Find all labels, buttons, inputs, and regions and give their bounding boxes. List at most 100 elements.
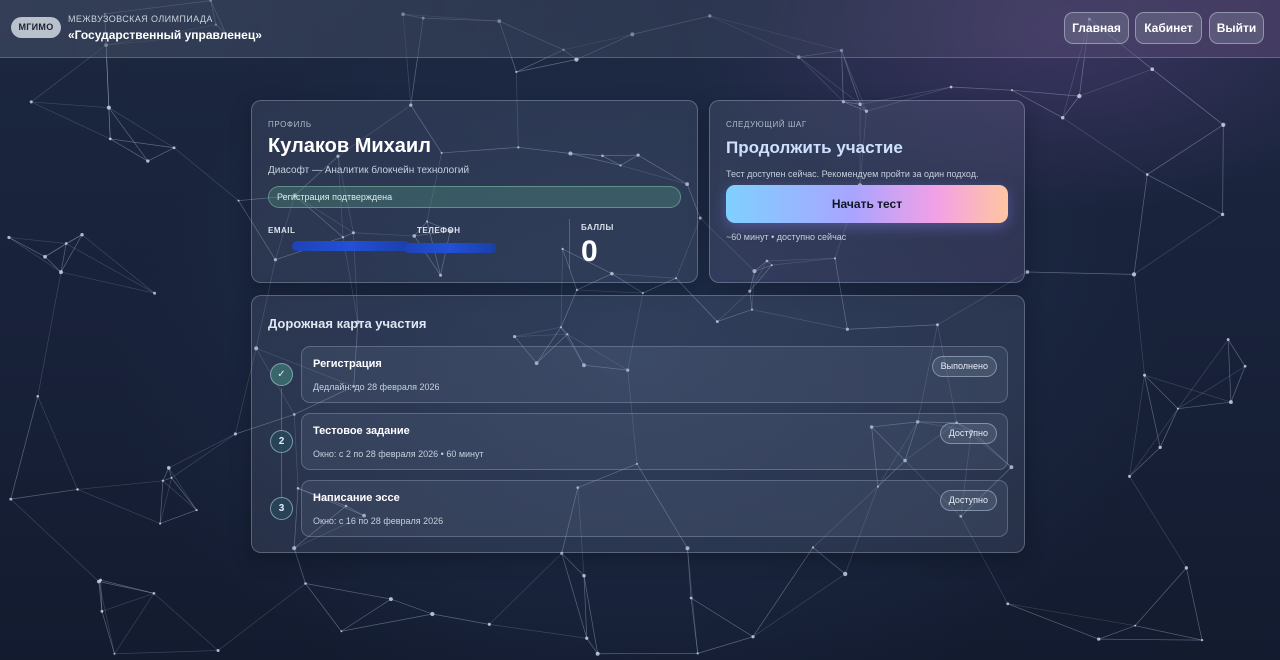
network-node xyxy=(1145,173,1149,176)
network-line xyxy=(1129,476,1187,569)
network-node xyxy=(1142,373,1147,377)
network-line xyxy=(390,598,433,615)
network-line xyxy=(1027,271,1135,275)
network-node xyxy=(430,611,435,617)
network-line xyxy=(841,50,844,102)
network-line xyxy=(687,548,699,654)
network-node xyxy=(172,146,176,150)
network-node xyxy=(195,508,198,512)
network-line xyxy=(110,138,148,162)
network-line xyxy=(752,547,814,637)
network-line xyxy=(583,575,588,639)
network-node xyxy=(1077,93,1082,99)
network-line xyxy=(159,480,164,524)
network-line xyxy=(1152,68,1224,126)
network-node xyxy=(159,522,162,525)
network-line xyxy=(66,234,83,244)
cabinet-button[interactable]: Кабинет xyxy=(1135,12,1202,44)
phone-label: ТЕЛЕФОН xyxy=(417,226,461,235)
profile-role: Диасофт — Аналитик блокчейн технологий xyxy=(268,165,470,176)
network-node xyxy=(161,479,164,482)
network-node xyxy=(59,270,63,275)
step-number-marker: 2 xyxy=(270,430,293,453)
profile-section-label: ПРОФИЛЬ xyxy=(268,120,312,129)
network-line xyxy=(1129,447,1161,477)
network-line xyxy=(1062,95,1080,118)
network-line xyxy=(687,548,692,599)
network-line xyxy=(1135,625,1203,641)
profile-name: Кулаков Михаил xyxy=(268,135,431,157)
network-node xyxy=(1097,637,1101,641)
network-line xyxy=(1227,339,1232,403)
top-header: МГИМО МЕЖВУЗОВСКАЯ ОЛИМПИАДА «Государств… xyxy=(0,0,1280,58)
network-line xyxy=(1135,625,1203,641)
network-line xyxy=(98,581,115,654)
network-node xyxy=(487,622,491,626)
roadmap-step-essay[interactable]: Написание эссе Окно: с 16 по 28 февраля … xyxy=(301,480,1008,537)
network-node xyxy=(96,579,101,584)
network-node xyxy=(585,636,589,640)
network-line xyxy=(44,234,83,258)
network-line xyxy=(100,580,103,612)
network-line xyxy=(1133,274,1145,376)
network-line xyxy=(110,138,175,149)
olympiad-title: «Государственный управленец» xyxy=(68,28,262,42)
network-line xyxy=(1230,366,1246,403)
network-node xyxy=(698,216,702,220)
network-node xyxy=(304,582,307,585)
network-line xyxy=(1098,625,1136,640)
network-line xyxy=(110,138,148,162)
network-line xyxy=(798,56,861,105)
roadmap-card: Дорожная карта участия ✓ Регистрация Дед… xyxy=(251,295,1025,553)
olympiad-subtitle: МЕЖВУЗОВСКАЯ ОЛИМПИАДА xyxy=(68,14,213,24)
network-line xyxy=(1159,408,1179,448)
network-line xyxy=(1134,567,1187,626)
home-button[interactable]: Главная xyxy=(1064,12,1129,44)
network-node xyxy=(166,466,171,470)
start-test-button[interactable]: Начать тест xyxy=(726,185,1008,223)
network-line xyxy=(305,583,391,600)
network-line xyxy=(162,480,197,511)
network-line xyxy=(77,489,161,524)
phone-value-redacted xyxy=(404,243,496,253)
network-node xyxy=(170,476,173,479)
network-node xyxy=(80,233,84,237)
network-line xyxy=(10,396,39,500)
network-line xyxy=(1007,603,1099,640)
network-line xyxy=(98,581,103,612)
network-line xyxy=(687,548,692,599)
network-node xyxy=(99,578,103,582)
roadmap-step-registration[interactable]: Регистрация Дедлайн: до 28 февраля 2026 … xyxy=(301,346,1008,403)
network-line xyxy=(690,597,699,654)
network-line xyxy=(159,480,164,524)
network-line xyxy=(1144,375,1161,448)
network-line xyxy=(114,593,155,654)
network-line xyxy=(31,101,111,140)
network-node xyxy=(1134,624,1137,627)
network-node xyxy=(1243,364,1247,368)
network-node xyxy=(843,571,848,577)
network-node xyxy=(9,497,13,501)
mgimo-logo[interactable]: МГИМО xyxy=(11,17,61,38)
roadmap-step-test[interactable]: Тестовое задание Окно: с 2 по 28 февраля… xyxy=(301,413,1008,470)
network-line xyxy=(168,433,236,469)
network-line xyxy=(173,147,239,201)
network-node xyxy=(388,597,393,602)
network-node xyxy=(1006,602,1010,606)
step-meta: Окно: с 16 по 28 февраля 2026 xyxy=(313,516,444,526)
network-line xyxy=(1129,408,1179,477)
network-line xyxy=(1129,375,1145,477)
network-line xyxy=(162,477,172,482)
network-line xyxy=(100,579,155,594)
network-line xyxy=(98,581,155,594)
network-line xyxy=(341,598,392,632)
network-node xyxy=(233,432,237,436)
network-line xyxy=(1177,401,1231,410)
network-node xyxy=(152,592,156,595)
network-line xyxy=(168,467,172,478)
network-line xyxy=(101,592,155,612)
logout-button[interactable]: Выйти xyxy=(1209,12,1264,44)
network-line xyxy=(561,553,585,576)
network-line xyxy=(293,548,306,584)
network-line xyxy=(60,271,155,294)
